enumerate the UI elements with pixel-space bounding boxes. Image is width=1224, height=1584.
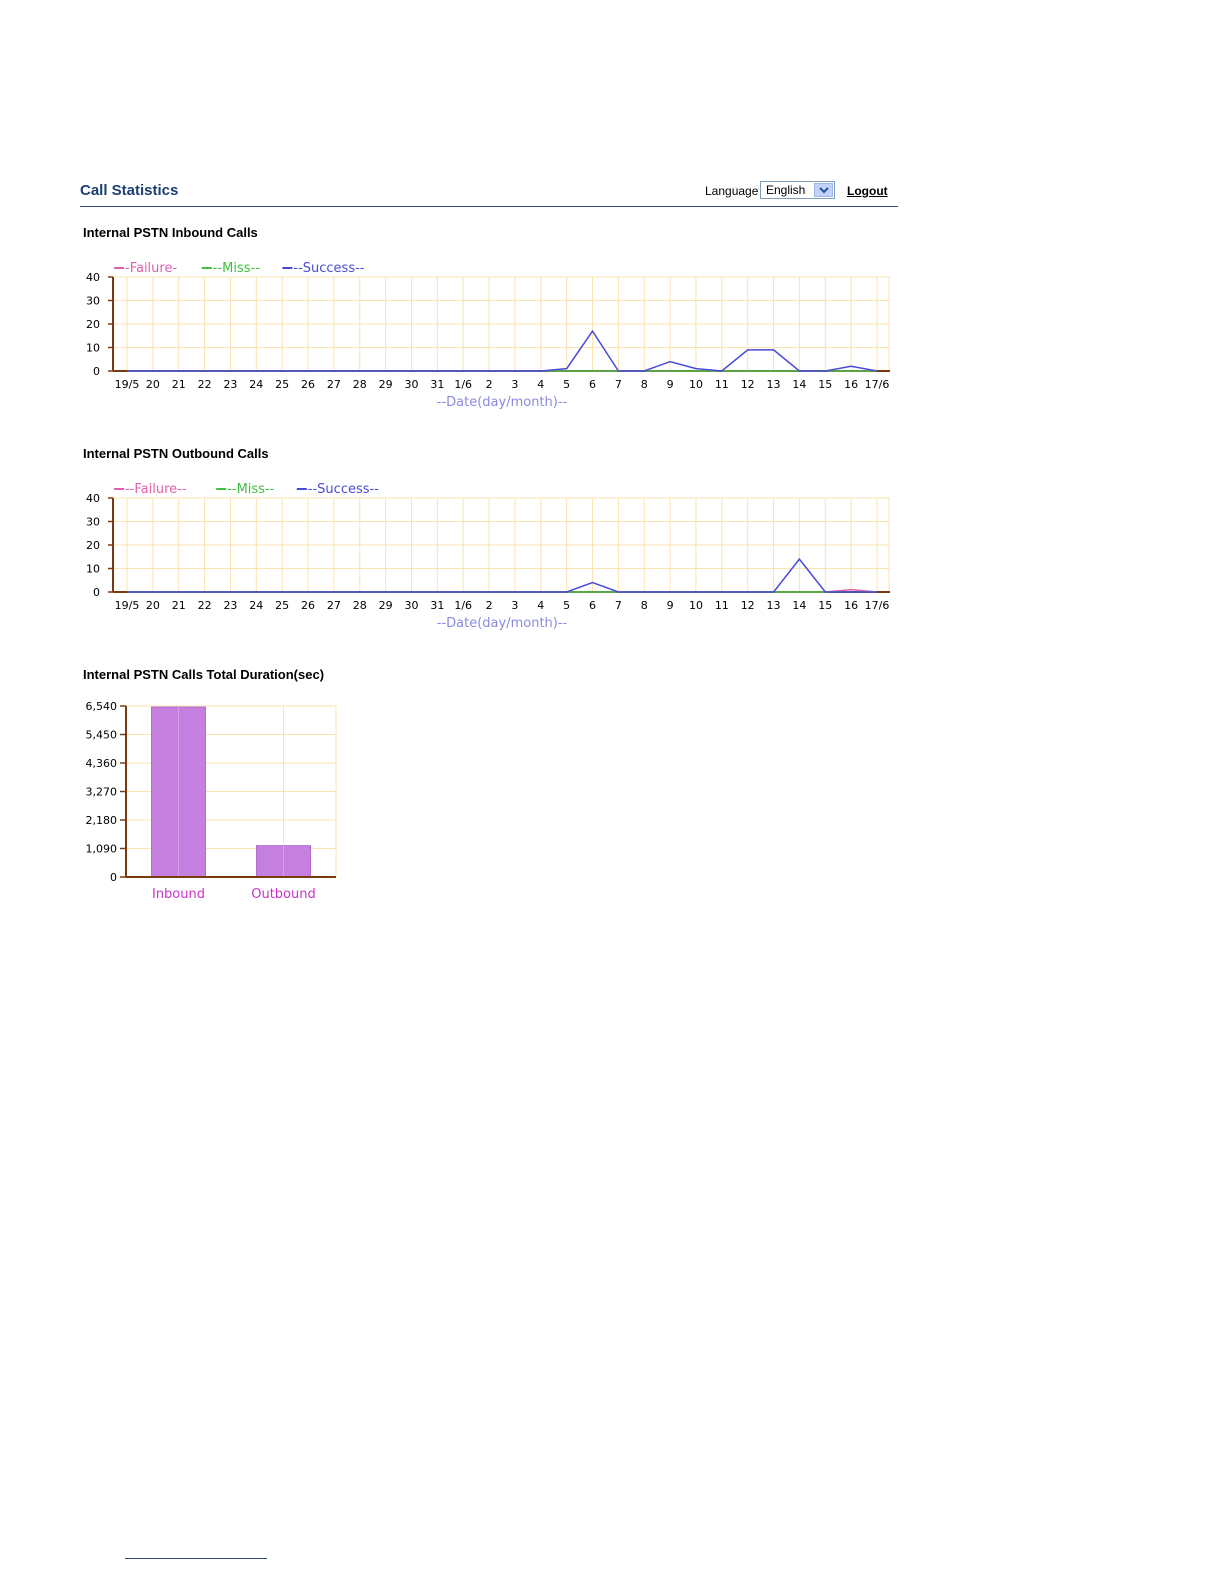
x-tick-label: 4 (537, 599, 544, 612)
x-tick-label: 11 (715, 599, 729, 612)
x-tick-label: 17/6 (865, 599, 890, 612)
x-tick-label: 14 (792, 599, 806, 612)
duration-bar-chart: Inbound Outbound 0 1,090 2,180 3,270 4,360 5,45… (86, 700, 337, 902)
x-tick-label: 1/6 (454, 599, 472, 612)
x-tick-label: 16 (844, 599, 858, 612)
x-tick-label: 6 (589, 599, 596, 612)
footnote-rule (125, 1558, 267, 1559)
x-category-label: Outbound (251, 887, 316, 902)
y-tick-label: 5,450 (86, 729, 118, 742)
x-tick-label: 9 (667, 599, 674, 612)
x-tick-label: 2 (486, 599, 493, 612)
y-tick-label: 2,180 (86, 814, 118, 827)
x-tick-label: 12 (741, 599, 755, 612)
y-tick-label: 3,270 (86, 786, 118, 799)
x-tick-label: 7 (615, 599, 622, 612)
x-tick-label: 31 (430, 599, 444, 612)
y-tick-label: 6,540 (86, 700, 118, 713)
x-axis-label: --Date(day/month)-- (437, 616, 568, 631)
y-tick-label: 4,360 (86, 757, 118, 770)
y-tick-label: 0 (110, 871, 117, 884)
x-category-label: Inbound (152, 887, 205, 902)
x-tick-label: 30 (404, 599, 418, 612)
x-tick-label: 10 (689, 599, 703, 612)
y-tick-label: 1,090 (86, 843, 118, 856)
x-tick-label: 8 (641, 599, 648, 612)
x-tick-label: 5 (563, 599, 570, 612)
x-tick-label: 13 (767, 599, 781, 612)
x-tick-label: 15 (818, 599, 832, 612)
x-tick-label: 3 (511, 599, 518, 612)
